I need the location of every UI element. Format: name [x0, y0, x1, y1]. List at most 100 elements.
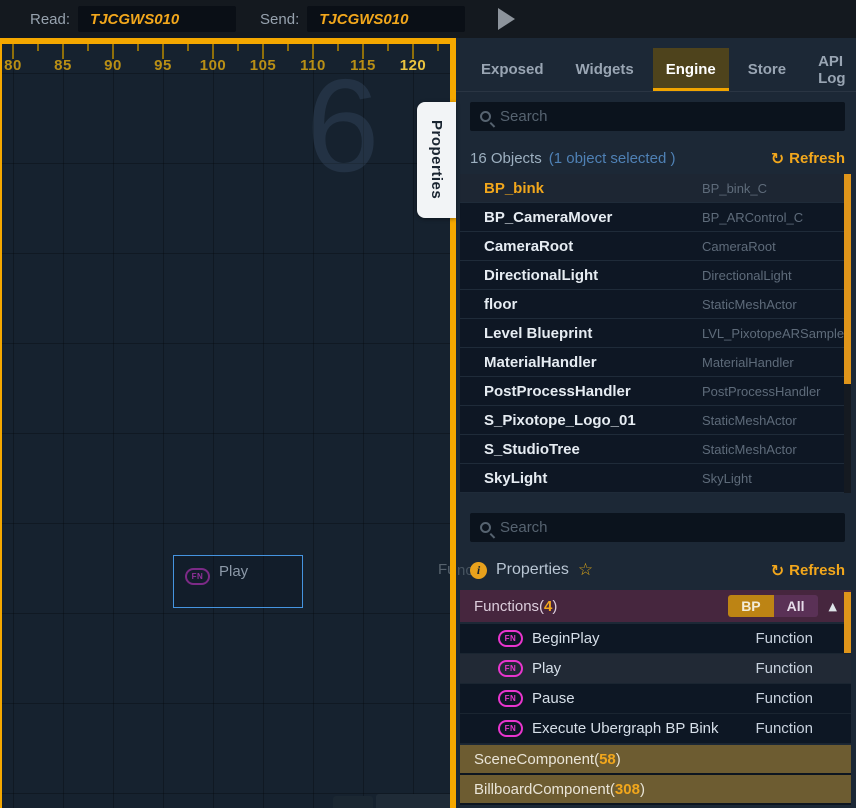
bottom-toolbar-button[interactable]: [333, 796, 373, 808]
refresh-icon: [771, 149, 784, 168]
tab-exposed[interactable]: Exposed: [468, 48, 557, 91]
object-name: floor: [484, 296, 517, 313]
ruler-tick: [187, 44, 189, 51]
ruler-tick: [237, 44, 239, 51]
read-label: Read:: [30, 11, 70, 28]
ruler-tick: [87, 44, 89, 51]
bottom-toolbar-button[interactable]: [376, 794, 452, 808]
component-section-header[interactable]: SceneComponent (58): [460, 745, 851, 775]
tab-engine[interactable]: Engine: [653, 48, 729, 91]
object-name: Level Blueprint: [484, 325, 592, 342]
grid-line: [263, 44, 264, 808]
search-icon: [480, 111, 491, 122]
ruler-tick: [337, 44, 339, 51]
function-type: Function: [755, 630, 813, 647]
object-row[interactable]: CameraRootCameraRoot: [460, 232, 851, 261]
properties-refresh-button[interactable]: Refresh: [771, 561, 845, 580]
ruler-number: 95: [154, 57, 172, 74]
send-value: TJCGWS010: [319, 11, 408, 28]
send-label: Send:: [260, 11, 299, 28]
function-name: BeginPlay: [532, 630, 600, 647]
object-name: S_StudioTree: [484, 441, 580, 458]
object-row[interactable]: SkyLightSkyLight: [460, 464, 851, 493]
grid-line: [13, 44, 14, 808]
grid-line: [113, 44, 114, 808]
object-row[interactable]: floor StaticMeshActor: [460, 290, 851, 319]
bp-filter-button[interactable]: BP: [728, 595, 773, 617]
play-function-widget[interactable]: FN Play: [173, 555, 303, 608]
properties-title: Properties: [496, 561, 569, 579]
fn-icon: FN: [498, 660, 523, 677]
function-row[interactable]: FNExecute Ubergraph BP BinkFunction: [460, 714, 851, 744]
fn-icon: FN: [498, 690, 523, 707]
all-filter-button[interactable]: All: [774, 595, 818, 617]
function-list: FN BeginPlay Function FNPlayFunctionFNPause…: [460, 624, 851, 744]
properties-side-tab[interactable]: Properties: [417, 102, 456, 218]
viewport-canvas: 80859095100105110115120 6 Func FNPlay: [0, 38, 456, 808]
object-class: BP_ARControl_C: [702, 210, 803, 225]
component-name: SceneComponent: [474, 751, 594, 768]
component-name: BillboardComponent: [474, 781, 610, 798]
object-row[interactable]: S_Pixotope_Logo_01StaticMeshActor: [460, 406, 851, 435]
tab-api-log[interactable]: API Log: [805, 48, 856, 91]
ruler-tick: [437, 44, 439, 51]
object-class: SkyLight: [702, 471, 752, 486]
function-row[interactable]: FN BeginPlay Function: [460, 624, 851, 654]
fn-icon: FN: [185, 568, 210, 585]
object-row[interactable]: S_StudioTreeStaticMeshActor: [460, 435, 851, 464]
object-row[interactable]: Level Blueprint LVL_PixotopeARSample..: [460, 319, 851, 348]
play-icon[interactable]: [498, 8, 515, 30]
object-row[interactable]: PostProcessHandlerPostProcessHandler: [460, 377, 851, 406]
grid-line: [413, 44, 414, 808]
topbar: Read: TJCGWS010 Send: TJCGWS010: [0, 0, 856, 38]
play-widget-label: Play: [219, 563, 248, 580]
search-placeholder: Search: [500, 108, 548, 125]
function-type: Function: [755, 690, 813, 707]
panel-tab-bar: ExposedWidgetsEngineStoreAPI Log: [456, 48, 856, 92]
send-input[interactable]: TJCGWS010: [307, 6, 465, 32]
grid-line: [2, 523, 450, 524]
object-row[interactable]: MaterialHandlerMaterialHandler: [460, 348, 851, 377]
object-row[interactable]: BP_CameraMover BP_ARControl_C: [460, 203, 851, 232]
grid-line: [163, 44, 164, 808]
function-row[interactable]: FNPlayFunction: [460, 654, 851, 684]
read-input[interactable]: TJCGWS010: [78, 6, 236, 32]
objects-selection-status: (1 object selected ): [549, 150, 676, 167]
search-placeholder: Search: [500, 519, 548, 536]
ruler-tick: [137, 44, 139, 51]
grid-line: [63, 44, 64, 808]
favorite-star-icon[interactable]: [578, 560, 593, 580]
object-class: StaticMeshActor: [702, 297, 797, 312]
objects-search-input[interactable]: Search: [470, 102, 845, 131]
component-section-header[interactable]: BillboardComponent (308): [460, 775, 851, 805]
object-class: LVL_PixotopeARSample..: [702, 326, 851, 341]
functions-section-header[interactable]: Functions ( 4 ) BP All: [460, 590, 851, 622]
pixotope-app: Read: TJCGWS010 Send: TJCGWS010 80859095…: [0, 0, 856, 808]
object-name: CameraRoot: [484, 238, 573, 255]
scrollbar-thumb[interactable]: [844, 174, 851, 384]
collapse-arrow-icon[interactable]: [829, 600, 837, 613]
tab-store[interactable]: Store: [735, 48, 799, 91]
properties-search-input[interactable]: Search: [470, 513, 845, 542]
grid-line: [2, 343, 450, 344]
object-list-scrollbar[interactable]: [844, 174, 851, 493]
properties-scrollbar-thumb[interactable]: [844, 592, 851, 653]
tab-widgets[interactable]: Widgets: [563, 48, 647, 91]
grid-line: [213, 44, 214, 808]
info-icon[interactable]: [470, 562, 487, 579]
ruler-number: 100: [200, 57, 227, 74]
object-list: BP_binkBP_bink_C BP_CameraMover BP_ARContr…: [460, 174, 851, 493]
properties-header: Properties Refresh: [470, 557, 845, 583]
functions-title: Functions: [474, 598, 539, 615]
grid-line: [2, 433, 450, 434]
object-name: DirectionalLight: [484, 267, 598, 284]
object-row[interactable]: DirectionalLightDirectionalLight: [460, 261, 851, 290]
fn-icon: FN: [498, 630, 523, 647]
function-row[interactable]: FNPauseFunction: [460, 684, 851, 714]
grid-line: [2, 163, 450, 164]
object-row[interactable]: BP_binkBP_bink_C: [460, 174, 851, 203]
object-name: MaterialHandler: [484, 354, 597, 371]
right-panel: nc ExposedWidgetsEngineStoreAPI Log Sear…: [456, 38, 856, 808]
object-name: BP_CameraMover: [484, 209, 612, 226]
objects-refresh-button[interactable]: Refresh: [771, 149, 845, 168]
